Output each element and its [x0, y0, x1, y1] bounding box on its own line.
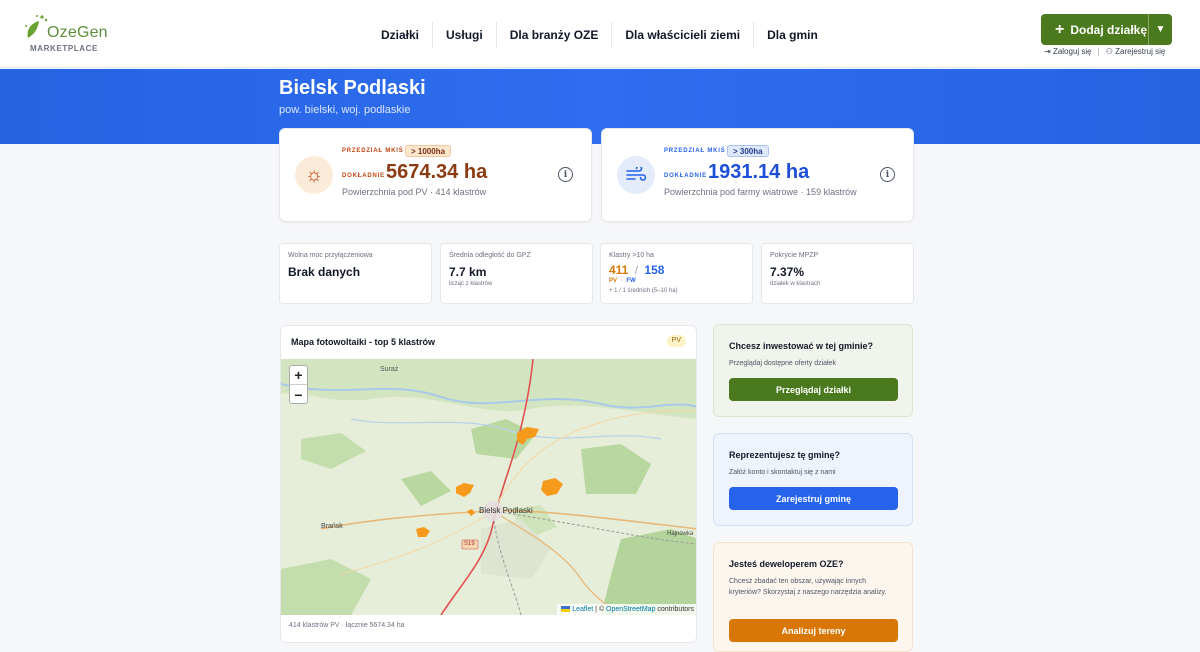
- register-municipality-button[interactable]: Zarejestruj gminę: [729, 487, 898, 510]
- kpi-clusters-sep: /: [634, 263, 639, 277]
- pv-map[interactable]: Suraż Bielsk Podlaski Brańsk Hajnówka S1…: [281, 359, 696, 615]
- kpi-clusters-fw-tag: FW: [626, 278, 636, 284]
- pv-area-caption: Powierzchnia pod PV · 414 klastrów: [342, 187, 487, 197]
- add-plot-dropdown-toggle[interactable]: ▼: [1148, 14, 1172, 45]
- auth-links: ⇥ Zaloguj się | ⚇ Zarejestruj się: [1044, 47, 1165, 56]
- login-icon: ⇥: [1044, 47, 1053, 56]
- browse-plots-button[interactable]: Przeglądaj działki: [729, 378, 898, 401]
- brand-name: OzeGen: [47, 24, 108, 41]
- info-icon[interactable]: i: [880, 167, 895, 182]
- kpi-mpzp: Pokrycie MPZP 7.37% działek w klastrach: [761, 243, 914, 304]
- plus-icon: +: [1055, 20, 1065, 38]
- map-label-bransk: Brańsk: [321, 523, 343, 530]
- wind-exact-label: DOKŁADNIE: [664, 173, 707, 179]
- kpi-capacity-label: Wolna moc przyłączeniowa: [288, 252, 373, 259]
- map-title: Mapa fotowoltaiki - top 5 klastrów: [291, 337, 436, 347]
- cta-developer-title: Jesteś deweloperem OZE?: [729, 559, 844, 569]
- auth-separator: |: [1097, 47, 1100, 56]
- map-attribution: Leaflet | © OpenStreetMap contributors: [557, 604, 696, 615]
- zoom-in-button[interactable]: +: [290, 366, 307, 385]
- wind-lines-icon: [626, 167, 646, 181]
- brand-subtitle: MARKETPLACE: [30, 44, 98, 53]
- add-plot-label: Dodaj działkę: [1070, 22, 1148, 37]
- kpi-clusters-values: 411 / 158: [609, 263, 664, 277]
- add-plot-button-group: + Dodaj działkę ▼: [1041, 14, 1172, 45]
- cta-developer-desc: Chcesz zbadać ten obszar, używając innyc…: [729, 578, 887, 596]
- kpi-gpz-distance: Średnia odległość do GPZ 7.7 km licząc z…: [440, 243, 593, 304]
- kpi-clusters-pv-tag: PV: [609, 278, 618, 284]
- pv-range-badge: > 1000ha: [405, 145, 452, 157]
- nav-item-dla-branzy-oze[interactable]: Dla branży OZE: [497, 22, 613, 48]
- leaf-logo-icon: [25, 15, 48, 38]
- sun-icon: ☼: [295, 156, 333, 194]
- hero-banner: Bielsk Podlaski pow. bielski, woj. podla…: [0, 69, 1200, 144]
- map-tiles: [281, 359, 696, 615]
- cta-invest-card: Chcesz inwestować w tej gminie? Przegląd…: [713, 324, 913, 417]
- cta-invest-title: Chcesz inwestować w tej gminie?: [729, 341, 874, 351]
- attribution-sep: | ©: [593, 606, 607, 613]
- brand-logo[interactable]: OzeGen MARKETPLACE: [22, 14, 112, 56]
- kpi-clusters-pv: 411: [609, 263, 629, 277]
- login-label: Zaloguj się: [1052, 47, 1092, 56]
- cta-municipality-desc: Załóż konto i skontaktuj się z nami: [729, 469, 836, 476]
- leaflet-link[interactable]: Leaflet: [572, 606, 593, 613]
- map-label-road: S19: [464, 541, 475, 547]
- map-zoom-control: + −: [289, 365, 308, 404]
- cta-invest-desc: Przeglądaj dostępne oferty działek: [729, 360, 837, 367]
- info-icon[interactable]: i: [558, 167, 573, 182]
- kpi-gpz-value: 7.7 km: [449, 265, 487, 279]
- wind-range-badge: > 300ha: [727, 145, 769, 157]
- attribution-contrib: contributors: [655, 606, 694, 613]
- wind-range-label: PRZEDZIAŁ MKIŚ: [664, 148, 726, 154]
- map-label-bielsk: Bielsk Podlaski: [479, 506, 533, 515]
- kpi-clusters-label: Klastry >10 ha: [609, 252, 654, 259]
- map-pv-tag: PV: [666, 335, 686, 347]
- nav-item-dla-gmin[interactable]: Dla gmin: [754, 22, 831, 48]
- kpi-clusters-fw: 158: [644, 263, 665, 277]
- map-label-suraz: Suraż: [380, 366, 399, 373]
- kpi-mpzp-sub: działek w klastrach: [770, 281, 821, 287]
- cta-municipality-title: Reprezentujesz tę gminę?: [729, 450, 841, 460]
- kpi-mpzp-value: 7.37%: [770, 265, 805, 279]
- wind-icon: [617, 156, 655, 194]
- map-label-hajnowka: Hajnówka: [667, 531, 694, 537]
- page-subtitle: pow. bielski, woj. podlaskie: [279, 104, 411, 116]
- kpi-clusters: Klastry >10 ha 411 / 158 PV · FW + 1 / 1…: [600, 243, 753, 304]
- wind-area-card: PRZEDZIAŁ MKIŚ > 300ha DOKŁADNIE 1931.14…: [601, 128, 914, 222]
- pv-range-label: PRZEDZIAŁ MKIŚ: [342, 148, 404, 154]
- pv-area-card: ☼ PRZEDZIAŁ MKIŚ > 1000ha DOKŁADNIE 5674…: [279, 128, 592, 222]
- main-nav: Działki Usługi Dla branży OZE Dla właści…: [368, 22, 831, 48]
- nav-item-dla-wlascicieli-ziemi[interactable]: Dla właścicieli ziemi: [612, 22, 755, 48]
- map-footer: 414 klastrów PV · łącznie 5674.34 ha: [289, 622, 405, 629]
- osm-link[interactable]: OpenStreetMap: [606, 606, 655, 613]
- kpi-mpzp-label: Pokrycie MPZP: [770, 252, 819, 259]
- add-plot-button[interactable]: + Dodaj działkę: [1041, 14, 1148, 45]
- kpi-grid-capacity: Wolna moc przyłączeniowa Brak danych: [279, 243, 432, 304]
- nav-item-dzialki[interactable]: Działki: [368, 22, 434, 48]
- user-plus-icon: ⚇: [1105, 47, 1116, 56]
- register-label: Zarejestruj się: [1115, 47, 1166, 56]
- kpi-gpz-label: Średnia odległość do GPZ: [449, 252, 531, 259]
- wind-area-caption: Powierzchnia pod farmy wiatrowe · 159 kl…: [664, 187, 857, 197]
- analyze-areas-button[interactable]: Analizuj tereny: [729, 619, 898, 642]
- kpi-clusters-tags: PV · FW: [609, 278, 636, 284]
- wind-area-value: 1931.14 ha: [708, 161, 810, 183]
- cta-municipality-card: Reprezentujesz tę gminę? Załóż konto i s…: [713, 433, 913, 526]
- kpi-clusters-sub: + 1 / 1 średnich (5–10 ha): [609, 288, 678, 294]
- login-link[interactable]: ⇥ Zaloguj się: [1044, 47, 1092, 56]
- top-navbar: OzeGen MARKETPLACE Działki Usługi Dla br…: [0, 0, 1200, 68]
- ukraine-flag-icon: [561, 606, 571, 613]
- nav-item-uslugi[interactable]: Usługi: [433, 22, 497, 48]
- cta-developer-card: Jesteś deweloperem OZE? Chcesz zbadać te…: [713, 542, 913, 652]
- kpi-gpz-sub: licząc z klastrów: [449, 281, 493, 287]
- pv-map-card: Mapa fotowoltaiki - top 5 klastrów PV Su…: [280, 325, 697, 643]
- pv-exact-label: DOKŁADNIE: [342, 173, 385, 179]
- pv-area-value: 5674.34 ha: [386, 161, 488, 183]
- register-link[interactable]: ⚇ Zarejestruj się: [1106, 47, 1166, 56]
- kpi-capacity-value: Brak danych: [288, 265, 361, 279]
- page-title: Bielsk Podlaski: [279, 77, 426, 99]
- chevron-down-icon: ▼: [1155, 24, 1166, 35]
- zoom-out-button[interactable]: −: [290, 385, 307, 404]
